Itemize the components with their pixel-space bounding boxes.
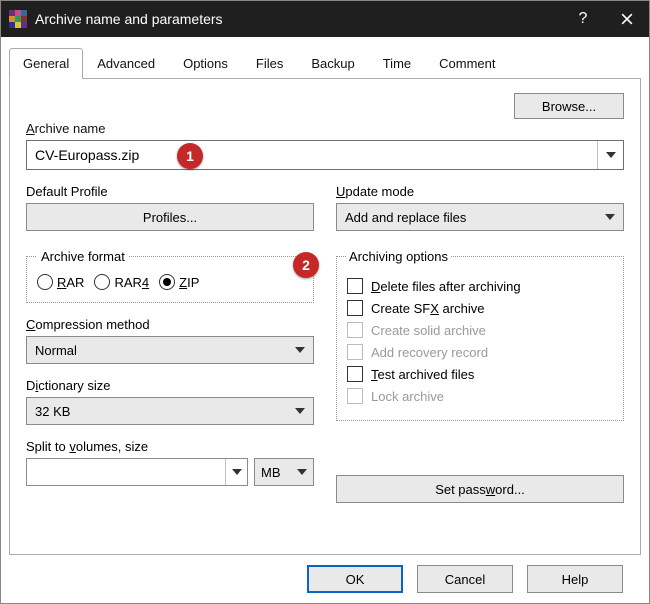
title-bar: Archive name and parameters ? xyxy=(1,1,649,37)
set-password-button[interactable]: Set password... xyxy=(336,475,624,503)
tab-backup[interactable]: Backup xyxy=(297,48,368,79)
tab-files[interactable]: Files xyxy=(242,48,297,79)
profiles-button[interactable]: Profiles... xyxy=(26,203,314,231)
archive-name-combo[interactable]: 1 xyxy=(26,140,624,170)
update-mode-label: Update mode xyxy=(336,184,624,199)
help-button[interactable]: Help xyxy=(527,565,623,593)
default-profile-label: Default Profile xyxy=(26,184,314,199)
archive-name-input[interactable] xyxy=(27,141,597,169)
split-unit-select[interactable]: MB xyxy=(254,458,314,486)
help-button-titlebar[interactable]: ? xyxy=(561,1,605,37)
opt-recovery-checkbox: Add recovery record xyxy=(347,344,613,360)
chevron-down-icon[interactable] xyxy=(225,459,247,485)
tab-options[interactable]: Options xyxy=(169,48,242,79)
format-rar4-radio[interactable]: RAR4 xyxy=(94,274,149,290)
dialog-button-row: OK Cancel Help xyxy=(9,555,641,593)
format-rar-radio[interactable]: RAR xyxy=(37,274,84,290)
dictionary-size-label: Dictionary size xyxy=(26,378,314,393)
archive-name-dropdown-icon[interactable] xyxy=(597,141,623,169)
update-mode-select[interactable]: Add and replace files xyxy=(336,203,624,231)
annotation-badge-2: 2 xyxy=(293,252,319,278)
opt-lock-checkbox: Lock archive xyxy=(347,388,613,404)
compression-method-label: Compression method xyxy=(26,317,314,332)
split-size-combo[interactable] xyxy=(26,458,248,486)
ok-button[interactable]: OK xyxy=(307,565,403,593)
opt-test-checkbox[interactable]: Test archived files xyxy=(347,366,613,382)
browse-button[interactable]: Browse... xyxy=(514,93,624,119)
tab-page-general: Browse... Archive name 1 Default Profile… xyxy=(9,79,641,555)
chevron-down-icon xyxy=(295,343,305,358)
tab-general[interactable]: General xyxy=(9,48,83,79)
annotation-badge-1: 1 xyxy=(177,143,203,169)
tab-time[interactable]: Time xyxy=(369,48,425,79)
chevron-down-icon xyxy=(605,210,615,225)
dialog-window: Archive name and parameters ? General Ad… xyxy=(0,0,650,604)
tab-comment[interactable]: Comment xyxy=(425,48,509,79)
split-size-input[interactable] xyxy=(27,459,225,485)
opt-delete-checkbox[interactable]: Delete files after archiving xyxy=(347,278,613,294)
archiving-options-group: Archiving options Delete files after arc… xyxy=(336,249,624,421)
chevron-down-icon xyxy=(295,404,305,419)
close-button[interactable] xyxy=(605,1,649,37)
window-title: Archive name and parameters xyxy=(35,11,561,27)
tab-strip: General Advanced Options Files Backup Ti… xyxy=(9,47,641,79)
compression-method-select[interactable]: Normal xyxy=(26,336,314,364)
cancel-button[interactable]: Cancel xyxy=(417,565,513,593)
split-volumes-label: Split to volumes, size xyxy=(26,439,314,454)
tab-advanced[interactable]: Advanced xyxy=(83,48,169,79)
opt-sfx-checkbox[interactable]: Create SFX archive xyxy=(347,300,613,316)
chevron-down-icon xyxy=(297,465,307,480)
archive-name-label: Archive name xyxy=(26,121,624,136)
opt-solid-checkbox: Create solid archive xyxy=(347,322,613,338)
archiving-options-label: Archiving options xyxy=(347,249,450,264)
archive-format-label: Archive format xyxy=(37,249,129,264)
app-icon xyxy=(9,10,27,28)
format-zip-radio[interactable]: ZIP xyxy=(159,274,199,290)
dictionary-size-select[interactable]: 32 KB xyxy=(26,397,314,425)
archive-format-group: Archive format 2 RAR RAR4 ZIP xyxy=(26,249,314,303)
